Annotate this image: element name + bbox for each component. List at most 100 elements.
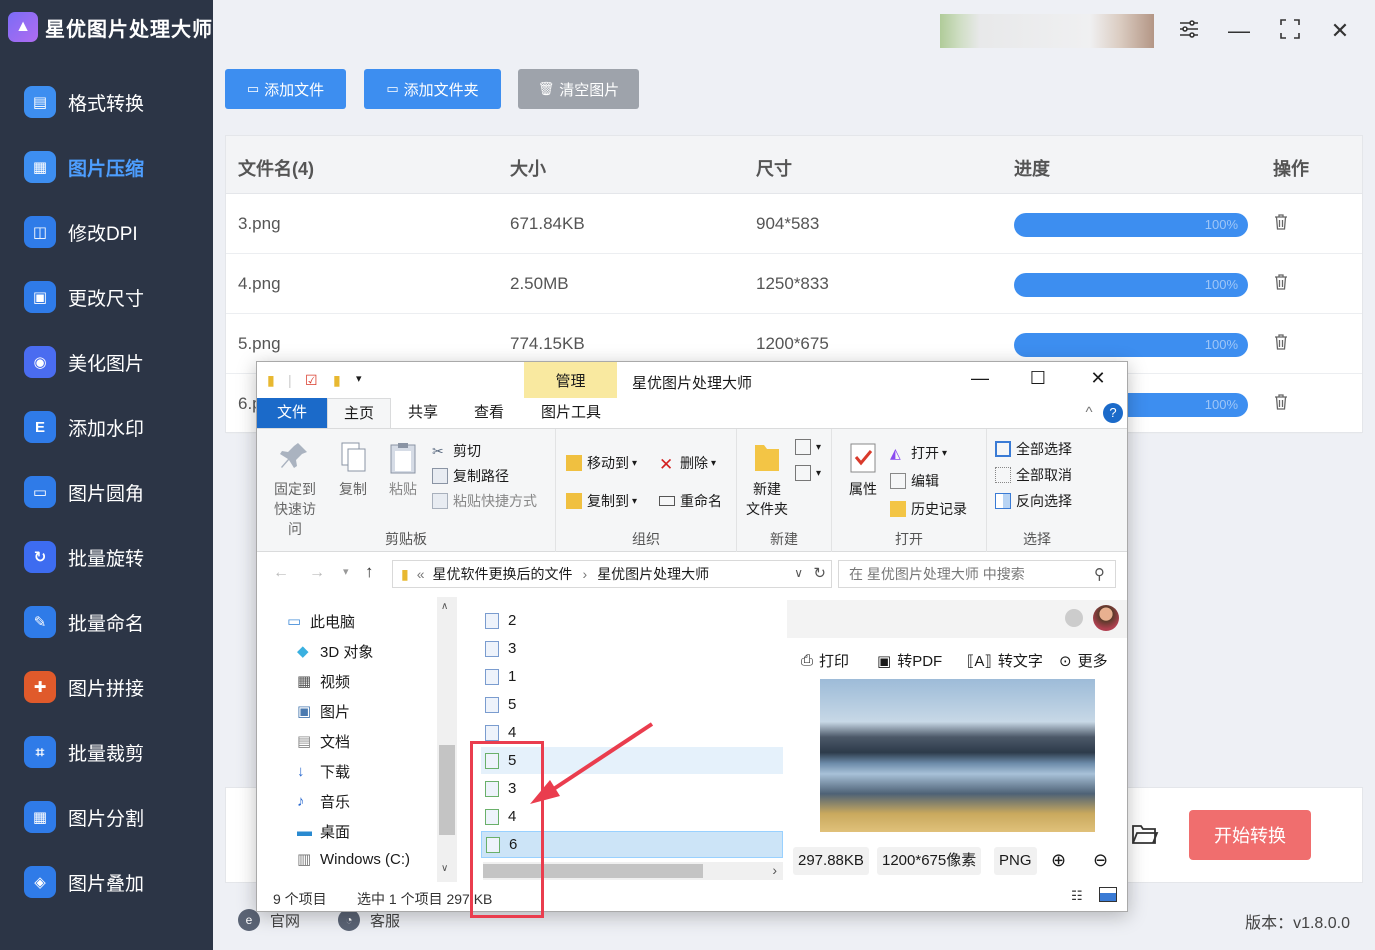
- to-text-button[interactable]: ⟦A⟧ 转文字: [967, 650, 1043, 671]
- breadcrumb-part-2[interactable]: 星优图片处理大师: [597, 564, 709, 584]
- new-item-button[interactable]: ▾: [795, 439, 821, 455]
- file-list-item[interactable]: 3: [481, 635, 783, 662]
- help-icon[interactable]: ?: [1103, 403, 1123, 423]
- tree-item[interactable]: ▣ 图片: [297, 701, 350, 722]
- settings-icon[interactable]: [1176, 18, 1202, 44]
- properties-button[interactable]: 属性: [840, 441, 886, 499]
- paste-button[interactable]: 粘贴: [383, 441, 423, 499]
- tree-item[interactable]: ◆ 3D 对象: [297, 641, 373, 662]
- address-path[interactable]: ▮ « 星优软件更换后的文件 › 星优图片处理大师 ∨ ↻: [392, 560, 832, 588]
- address-overflow[interactable]: «: [417, 566, 425, 582]
- sidebar-item-9[interactable]: ✚ 图片拼接: [24, 667, 144, 707]
- tree-item[interactable]: ▥ Windows (C:): [297, 851, 410, 868]
- explorer-close-icon[interactable]: ✕: [1083, 368, 1113, 392]
- sidebar-item-5[interactable]: E 添加水印: [24, 407, 144, 447]
- history-button[interactable]: 历史记录: [890, 499, 967, 519]
- properties-quick-icon[interactable]: ☑: [305, 372, 318, 389]
- sidebar-item-4[interactable]: ◉ 美化图片: [24, 342, 144, 382]
- user-avatar-blurred[interactable]: [940, 14, 1154, 48]
- tab-home[interactable]: 主页: [327, 398, 391, 428]
- open-folder-icon[interactable]: [1131, 823, 1159, 845]
- up-arrow-icon[interactable]: ↑: [365, 562, 374, 582]
- to-pdf-button[interactable]: ▣ 转PDF: [877, 650, 942, 671]
- tree-item[interactable]: ↓ 下载: [297, 761, 350, 782]
- website-link[interactable]: e 官网: [238, 909, 300, 931]
- close-icon[interactable]: ✕: [1327, 18, 1353, 44]
- file-list-item[interactable]: 2: [481, 607, 783, 634]
- preview-settings-icon[interactable]: [1065, 609, 1083, 627]
- explorer-maximize-icon[interactable]: ☐: [1023, 368, 1053, 392]
- back-arrow-icon[interactable]: ←: [273, 564, 289, 582]
- tab-share[interactable]: 共享: [401, 398, 445, 428]
- move-to-button[interactable]: 移动到 ▾: [566, 453, 637, 473]
- invert-selection-button[interactable]: 反向选择: [995, 491, 1072, 511]
- tab-view[interactable]: 查看: [467, 398, 511, 428]
- tree-item[interactable]: ▦ 视频: [297, 671, 350, 692]
- zoom-in-icon[interactable]: ⊕: [1051, 850, 1066, 871]
- scroll-right-icon[interactable]: ›: [772, 862, 777, 878]
- sidebar-item-2[interactable]: ◫ 修改DPI: [24, 212, 138, 252]
- scrollbar-thumb[interactable]: [439, 745, 455, 835]
- tree-item[interactable]: ▭ 此电脑: [287, 611, 355, 632]
- customer-service-link[interactable]: ◔ 客服: [338, 909, 400, 931]
- sidebar-item-1[interactable]: ▦ 图片压缩: [24, 147, 144, 187]
- search-input[interactable]: 在 星优图片处理大师 中搜索 ⚲: [838, 560, 1116, 588]
- sidebar-item-6[interactable]: ▭ 图片圆角: [24, 472, 144, 512]
- recent-dropdown-icon[interactable]: ▾: [343, 565, 349, 578]
- more-button[interactable]: ⊙ 更多: [1059, 650, 1108, 671]
- avatar[interactable]: [1093, 605, 1119, 631]
- pin-quick-access-button[interactable]: 固定到 快速访问: [269, 441, 321, 539]
- file-list-item[interactable]: 1: [481, 663, 783, 690]
- add-file-button[interactable]: ▭ 添加文件: [225, 69, 346, 109]
- search-icon[interactable]: ⚲: [1094, 565, 1105, 583]
- file-list-item[interactable]: 5: [481, 691, 783, 718]
- scroll-up-icon[interactable]: ∧: [441, 601, 448, 612]
- delete-button[interactable]: ✕ 删除 ▾: [659, 453, 716, 474]
- breadcrumb-part-1[interactable]: 星优软件更换后的文件: [433, 564, 573, 584]
- copy-button[interactable]: 复制: [333, 441, 373, 499]
- sidebar-item-0[interactable]: ▤ 格式转换: [24, 82, 144, 122]
- large-icons-view-icon[interactable]: [1099, 887, 1117, 902]
- forward-arrow-icon[interactable]: →: [309, 564, 325, 582]
- scroll-down-icon[interactable]: ∨: [441, 863, 448, 874]
- sidebar-item-12[interactable]: ◈ 图片叠加: [24, 862, 144, 902]
- new-folder-quick-icon[interactable]: ▮: [333, 372, 341, 389]
- delete-row-icon[interactable]: [1274, 394, 1288, 410]
- tree-item[interactable]: ▬ 桌面: [297, 821, 350, 842]
- tree-item[interactable]: ♪ 音乐: [297, 791, 350, 812]
- cut-button[interactable]: ✂ 剪切: [432, 441, 481, 461]
- print-button[interactable]: ⎙ 打印: [801, 650, 849, 671]
- tab-file[interactable]: 文件: [257, 398, 327, 428]
- easy-access-button[interactable]: ▾: [795, 465, 821, 481]
- delete-row-icon[interactable]: [1274, 274, 1288, 290]
- delete-row-icon[interactable]: [1274, 214, 1288, 230]
- refresh-icon[interactable]: ↻: [813, 564, 826, 582]
- zoom-out-icon[interactable]: ⊖: [1093, 850, 1108, 871]
- tab-picture-tools[interactable]: 图片工具: [527, 398, 615, 428]
- nav-scrollbar[interactable]: ∧ ∨: [437, 597, 457, 882]
- sidebar-item-8[interactable]: ✎ 批量命名: [24, 602, 144, 642]
- sidebar-item-7[interactable]: ↻ 批量旋转: [24, 537, 144, 577]
- start-convert-button[interactable]: 开始转换: [1189, 810, 1311, 860]
- tree-item[interactable]: ▤ 文档: [297, 731, 350, 752]
- collapse-ribbon-icon[interactable]: ^: [1079, 398, 1099, 428]
- delete-row-icon[interactable]: [1274, 334, 1288, 350]
- copy-to-button[interactable]: 复制到 ▾: [566, 491, 637, 511]
- add-folder-button[interactable]: ▭ 添加文件夹: [364, 69, 501, 109]
- manage-tab[interactable]: 管理: [524, 362, 617, 398]
- select-none-button[interactable]: 全部取消: [995, 465, 1072, 485]
- details-view-icon[interactable]: ☷: [1071, 888, 1083, 904]
- maximize-icon[interactable]: [1277, 18, 1303, 44]
- sidebar-item-11[interactable]: ▦ 图片分割: [24, 797, 144, 837]
- edit-button[interactable]: 编辑: [890, 471, 939, 491]
- rename-button[interactable]: 重命名: [659, 491, 722, 511]
- clear-images-button[interactable]: 🗑 清空图片: [518, 69, 639, 109]
- open-button[interactable]: ◭ 打开 ▾: [890, 443, 947, 463]
- select-all-button[interactable]: 全部选择: [995, 439, 1072, 459]
- explorer-minimize-icon[interactable]: —: [965, 368, 995, 392]
- address-dropdown-icon[interactable]: ∨: [794, 566, 803, 580]
- sidebar-item-3[interactable]: ▣ 更改尺寸: [24, 277, 144, 317]
- new-folder-button[interactable]: 新建 文件夹: [741, 441, 793, 519]
- paste-shortcut-button[interactable]: 粘贴快捷方式: [432, 491, 537, 511]
- customize-quick-access-icon[interactable]: ▾: [356, 372, 362, 385]
